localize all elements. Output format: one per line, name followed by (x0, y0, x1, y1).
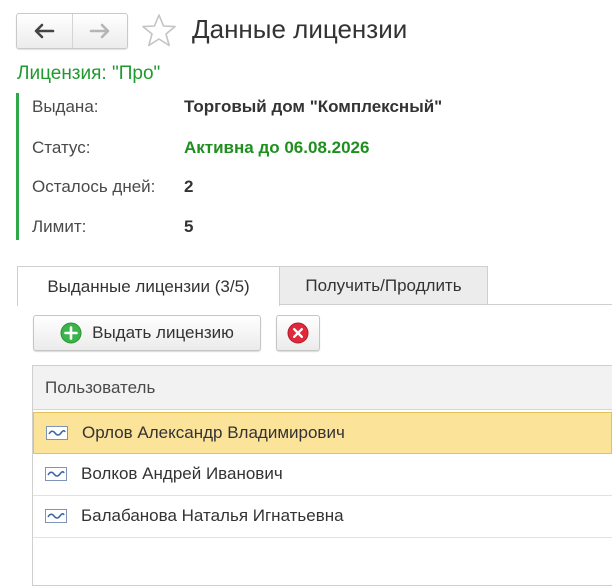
table-row[interactable]: Балабанова Наталья Игнатьевна (33, 496, 612, 538)
table-header[interactable]: Пользователь (33, 366, 612, 410)
status-value: Активна до 06.08.2026 (184, 138, 370, 157)
limit-value: 5 (184, 217, 194, 236)
arrow-right-icon (89, 23, 110, 39)
tab-label: Выданные лицензии (3/5) (47, 276, 250, 296)
favorite-button[interactable] (140, 12, 178, 50)
issued-to-label: Выдана: (32, 97, 99, 116)
back-button[interactable] (17, 14, 72, 48)
license-group-bar (16, 93, 19, 240)
issued-to-value: Торговый дом "Комплексный" (184, 97, 443, 116)
tab-label: Получить/Продлить (305, 275, 462, 295)
table-row[interactable]: Орлов Александр Владимирович (33, 412, 612, 454)
users-table: Пользователь Орлов Александр Владимирови… (32, 365, 612, 586)
table-row[interactable]: Волков Андрей Иванович (33, 454, 612, 496)
arrow-left-icon (34, 23, 55, 39)
close-circle-icon (287, 322, 309, 344)
tab-get-renew[interactable]: Получить/Продлить (279, 266, 488, 304)
page-title: Данные лицензии (192, 14, 408, 44)
column-user: Пользователь (45, 378, 156, 397)
issue-license-label: Выдать лицензию (92, 323, 234, 342)
tab-issued-licenses[interactable]: Выданные лицензии (3/5) (17, 266, 280, 306)
user-card-icon (45, 509, 67, 523)
limit-label: Лимит: (32, 217, 87, 236)
license-header: Лицензия: "Про" (17, 63, 161, 84)
days-left-value: 2 (184, 177, 194, 196)
forward-button[interactable] (71, 14, 128, 48)
star-outline-icon (142, 14, 176, 47)
nav-button-group (16, 13, 128, 49)
user-card-icon (45, 467, 67, 481)
user-card-icon (46, 426, 68, 440)
issue-license-button[interactable]: Выдать лицензию (33, 315, 261, 351)
delete-button[interactable] (276, 315, 320, 351)
status-label: Статус: (32, 138, 91, 157)
plus-circle-icon (60, 322, 82, 344)
user-name: Орлов Александр Владимирович (82, 423, 345, 442)
user-name: Волков Андрей Иванович (81, 464, 283, 483)
days-left-label: Осталось дней: (32, 177, 156, 196)
user-name: Балабанова Наталья Игнатьевна (81, 506, 344, 525)
